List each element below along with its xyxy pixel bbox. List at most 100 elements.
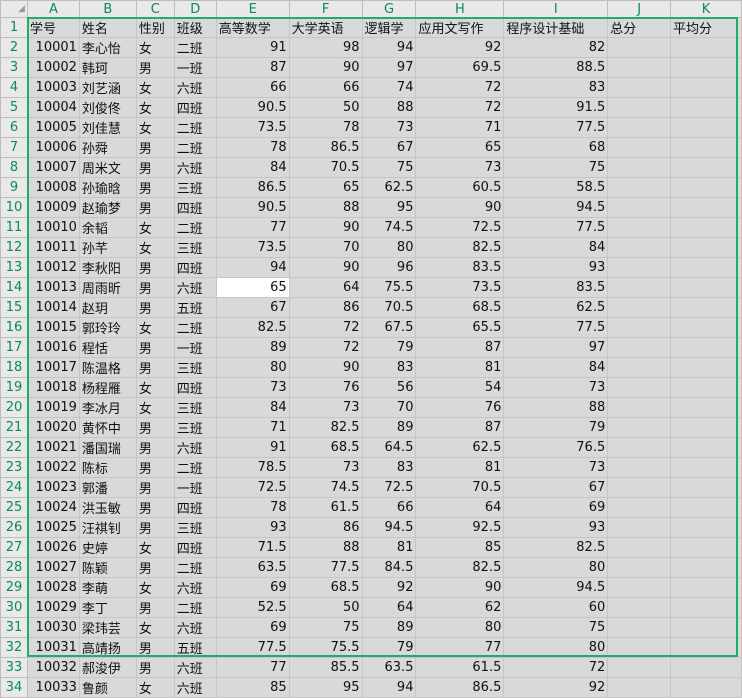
- cell-g26[interactable]: 94.5: [361, 517, 417, 538]
- cell-d33[interactable]: 六班: [173, 657, 217, 678]
- cell-b12[interactable]: 孙芊: [78, 237, 137, 258]
- row-number-26[interactable]: 26: [0, 517, 28, 538]
- cell-d9[interactable]: 三班: [173, 177, 217, 198]
- cell-g14[interactable]: 75.5: [361, 277, 417, 298]
- cell-k1[interactable]: 平均分: [670, 17, 742, 38]
- cell-f32[interactable]: 75.5: [288, 637, 363, 658]
- cell-i16[interactable]: 77.5: [503, 317, 609, 338]
- cell-b29[interactable]: 李萌: [78, 577, 137, 598]
- cell-i32[interactable]: 80: [503, 637, 609, 658]
- cell-g8[interactable]: 75: [361, 157, 417, 178]
- column-header-g[interactable]: G: [361, 0, 417, 18]
- cell-j34[interactable]: [607, 677, 672, 698]
- row-number-23[interactable]: 23: [0, 457, 28, 478]
- cell-i23[interactable]: 73: [503, 457, 609, 478]
- cell-k21[interactable]: [670, 417, 742, 438]
- cell-a26[interactable]: 10025: [26, 517, 80, 538]
- cell-a15[interactable]: 10014: [26, 297, 80, 318]
- row-number-20[interactable]: 20: [0, 397, 28, 418]
- cell-c26[interactable]: 男: [135, 517, 175, 538]
- cell-g32[interactable]: 79: [361, 637, 417, 658]
- cell-c22[interactable]: 男: [135, 437, 175, 458]
- cell-b9[interactable]: 孙瑜晗: [78, 177, 137, 198]
- cell-i4[interactable]: 83: [503, 77, 609, 98]
- cell-d1[interactable]: 班级: [173, 17, 217, 38]
- cell-b16[interactable]: 郭玲玲: [78, 317, 137, 338]
- cell-e12[interactable]: 73.5: [215, 237, 290, 258]
- cell-d20[interactable]: 三班: [173, 397, 217, 418]
- cell-i5[interactable]: 91.5: [503, 97, 609, 118]
- cell-f18[interactable]: 90: [288, 357, 363, 378]
- cell-i27[interactable]: 82.5: [503, 537, 609, 558]
- cell-e34[interactable]: 85: [215, 677, 290, 698]
- cell-i29[interactable]: 94.5: [503, 577, 609, 598]
- cell-f28[interactable]: 77.5: [288, 557, 363, 578]
- cell-i15[interactable]: 62.5: [503, 297, 609, 318]
- cell-f12[interactable]: 70: [288, 237, 363, 258]
- cell-j23[interactable]: [607, 457, 672, 478]
- cell-a18[interactable]: 10017: [26, 357, 80, 378]
- row-number-17[interactable]: 17: [0, 337, 28, 358]
- cell-h3[interactable]: 69.5: [415, 57, 505, 78]
- cell-d11[interactable]: 二班: [173, 217, 217, 238]
- cell-j9[interactable]: [607, 177, 672, 198]
- cell-h18[interactable]: 81: [415, 357, 505, 378]
- cell-b15[interactable]: 赵玥: [78, 297, 137, 318]
- cell-h33[interactable]: 61.5: [415, 657, 505, 678]
- cell-c4[interactable]: 女: [135, 77, 175, 98]
- cell-i26[interactable]: 93: [503, 517, 609, 538]
- cell-e30[interactable]: 52.5: [215, 597, 290, 618]
- cell-k29[interactable]: [670, 577, 742, 598]
- cell-e31[interactable]: 69: [215, 617, 290, 638]
- row-number-16[interactable]: 16: [0, 317, 28, 338]
- cell-k2[interactable]: [670, 37, 742, 58]
- cell-b13[interactable]: 李秋阳: [78, 257, 137, 278]
- cell-i20[interactable]: 88: [503, 397, 609, 418]
- cell-b26[interactable]: 汪祺钊: [78, 517, 137, 538]
- cell-d27[interactable]: 四班: [173, 537, 217, 558]
- cell-i6[interactable]: 77.5: [503, 117, 609, 138]
- cell-i7[interactable]: 68: [503, 137, 609, 158]
- cell-c34[interactable]: 女: [135, 677, 175, 698]
- cell-f34[interactable]: 95: [288, 677, 363, 698]
- cell-a23[interactable]: 10022: [26, 457, 80, 478]
- cell-c31[interactable]: 女: [135, 617, 175, 638]
- cell-a33[interactable]: 10032: [26, 657, 80, 678]
- cell-c8[interactable]: 男: [135, 157, 175, 178]
- row-number-32[interactable]: 32: [0, 637, 28, 658]
- cell-f2[interactable]: 98: [288, 37, 363, 58]
- cell-c11[interactable]: 女: [135, 217, 175, 238]
- cell-g16[interactable]: 67.5: [361, 317, 417, 338]
- cell-e15[interactable]: 67: [215, 297, 290, 318]
- row-number-33[interactable]: 33: [0, 657, 28, 678]
- cell-a22[interactable]: 10021: [26, 437, 80, 458]
- cell-e20[interactable]: 84: [215, 397, 290, 418]
- cell-g20[interactable]: 70: [361, 397, 417, 418]
- cell-j16[interactable]: [607, 317, 672, 338]
- cell-g3[interactable]: 97: [361, 57, 417, 78]
- cell-g24[interactable]: 72.5: [361, 477, 417, 498]
- cell-b3[interactable]: 韩珂: [78, 57, 137, 78]
- cell-f5[interactable]: 50: [288, 97, 363, 118]
- cell-j1[interactable]: 总分: [607, 17, 672, 38]
- cell-h23[interactable]: 81: [415, 457, 505, 478]
- cell-g17[interactable]: 79: [361, 337, 417, 358]
- cell-j3[interactable]: [607, 57, 672, 78]
- cell-k30[interactable]: [670, 597, 742, 618]
- cell-f22[interactable]: 68.5: [288, 437, 363, 458]
- cell-f27[interactable]: 88: [288, 537, 363, 558]
- cell-j13[interactable]: [607, 257, 672, 278]
- row-number-15[interactable]: 15: [0, 297, 28, 318]
- cell-f17[interactable]: 72: [288, 337, 363, 358]
- cell-k27[interactable]: [670, 537, 742, 558]
- cell-f23[interactable]: 73: [288, 457, 363, 478]
- cell-b2[interactable]: 李心怡: [78, 37, 137, 58]
- cell-e22[interactable]: 91: [215, 437, 290, 458]
- cell-e9[interactable]: 86.5: [215, 177, 290, 198]
- cell-g33[interactable]: 63.5: [361, 657, 417, 678]
- cell-a2[interactable]: 10001: [26, 37, 80, 58]
- cell-h7[interactable]: 65: [415, 137, 505, 158]
- cell-b30[interactable]: 李丁: [78, 597, 137, 618]
- cell-j29[interactable]: [607, 577, 672, 598]
- cell-d6[interactable]: 二班: [173, 117, 217, 138]
